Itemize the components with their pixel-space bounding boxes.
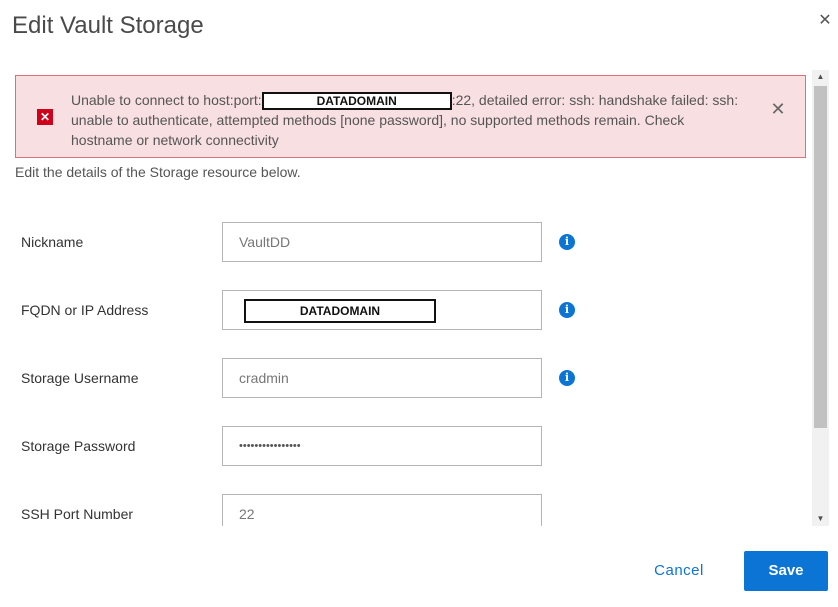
redacted-host: DATADOMAIN (261, 92, 452, 111)
close-icon[interactable]: ✕ (816, 12, 834, 30)
scroll-up-arrow-icon[interactable]: ▲ (812, 70, 829, 84)
ssh-port-input[interactable]: 22 (222, 494, 542, 526)
nickname-info-icon[interactable]: i (559, 234, 575, 250)
dialog-title: Edit Vault Storage (12, 12, 204, 39)
alert-close-icon[interactable]: ✕ (770, 100, 786, 118)
password-input[interactable]: •••••••••••••••• (222, 426, 542, 466)
password-label: Storage Password (21, 438, 136, 454)
ssh-port-label: SSH Port Number (21, 506, 134, 522)
error-x-icon: ✕ (37, 109, 53, 125)
dialog-body: ✕ Unable to connect to host:port: DATADOM… (0, 68, 812, 526)
redacted-fqdn: DATADOMAIN (244, 299, 436, 324)
scroll-down-arrow-icon[interactable]: ▼ (812, 512, 829, 526)
username-info-icon[interactable]: i (559, 370, 575, 386)
fqdn-info-icon[interactable]: i (559, 302, 575, 318)
error-alert: ✕ Unable to connect to host:port: DATADOM… (15, 75, 806, 158)
save-button[interactable]: Save (744, 551, 828, 591)
nickname-input[interactable]: VaultDD (222, 222, 542, 262)
error-text-before: Unable to connect to host:port: (71, 92, 262, 108)
nickname-label: Nickname (21, 234, 84, 250)
intro-text: Edit the details of the Storage resource… (15, 164, 301, 180)
scroll-thumb[interactable] (814, 86, 827, 428)
scrollbar[interactable]: ▲ ▼ (812, 70, 829, 526)
error-message: Unable to connect to host:port: DATADOMAI… (71, 90, 741, 150)
fqdn-label: FQDN or IP Address (21, 302, 149, 318)
username-input[interactable]: cradmin (222, 358, 542, 398)
fqdn-input[interactable]: DATADOMAIN (222, 290, 542, 330)
username-label: Storage Username (21, 370, 139, 386)
cancel-button[interactable]: Cancel (640, 551, 718, 591)
